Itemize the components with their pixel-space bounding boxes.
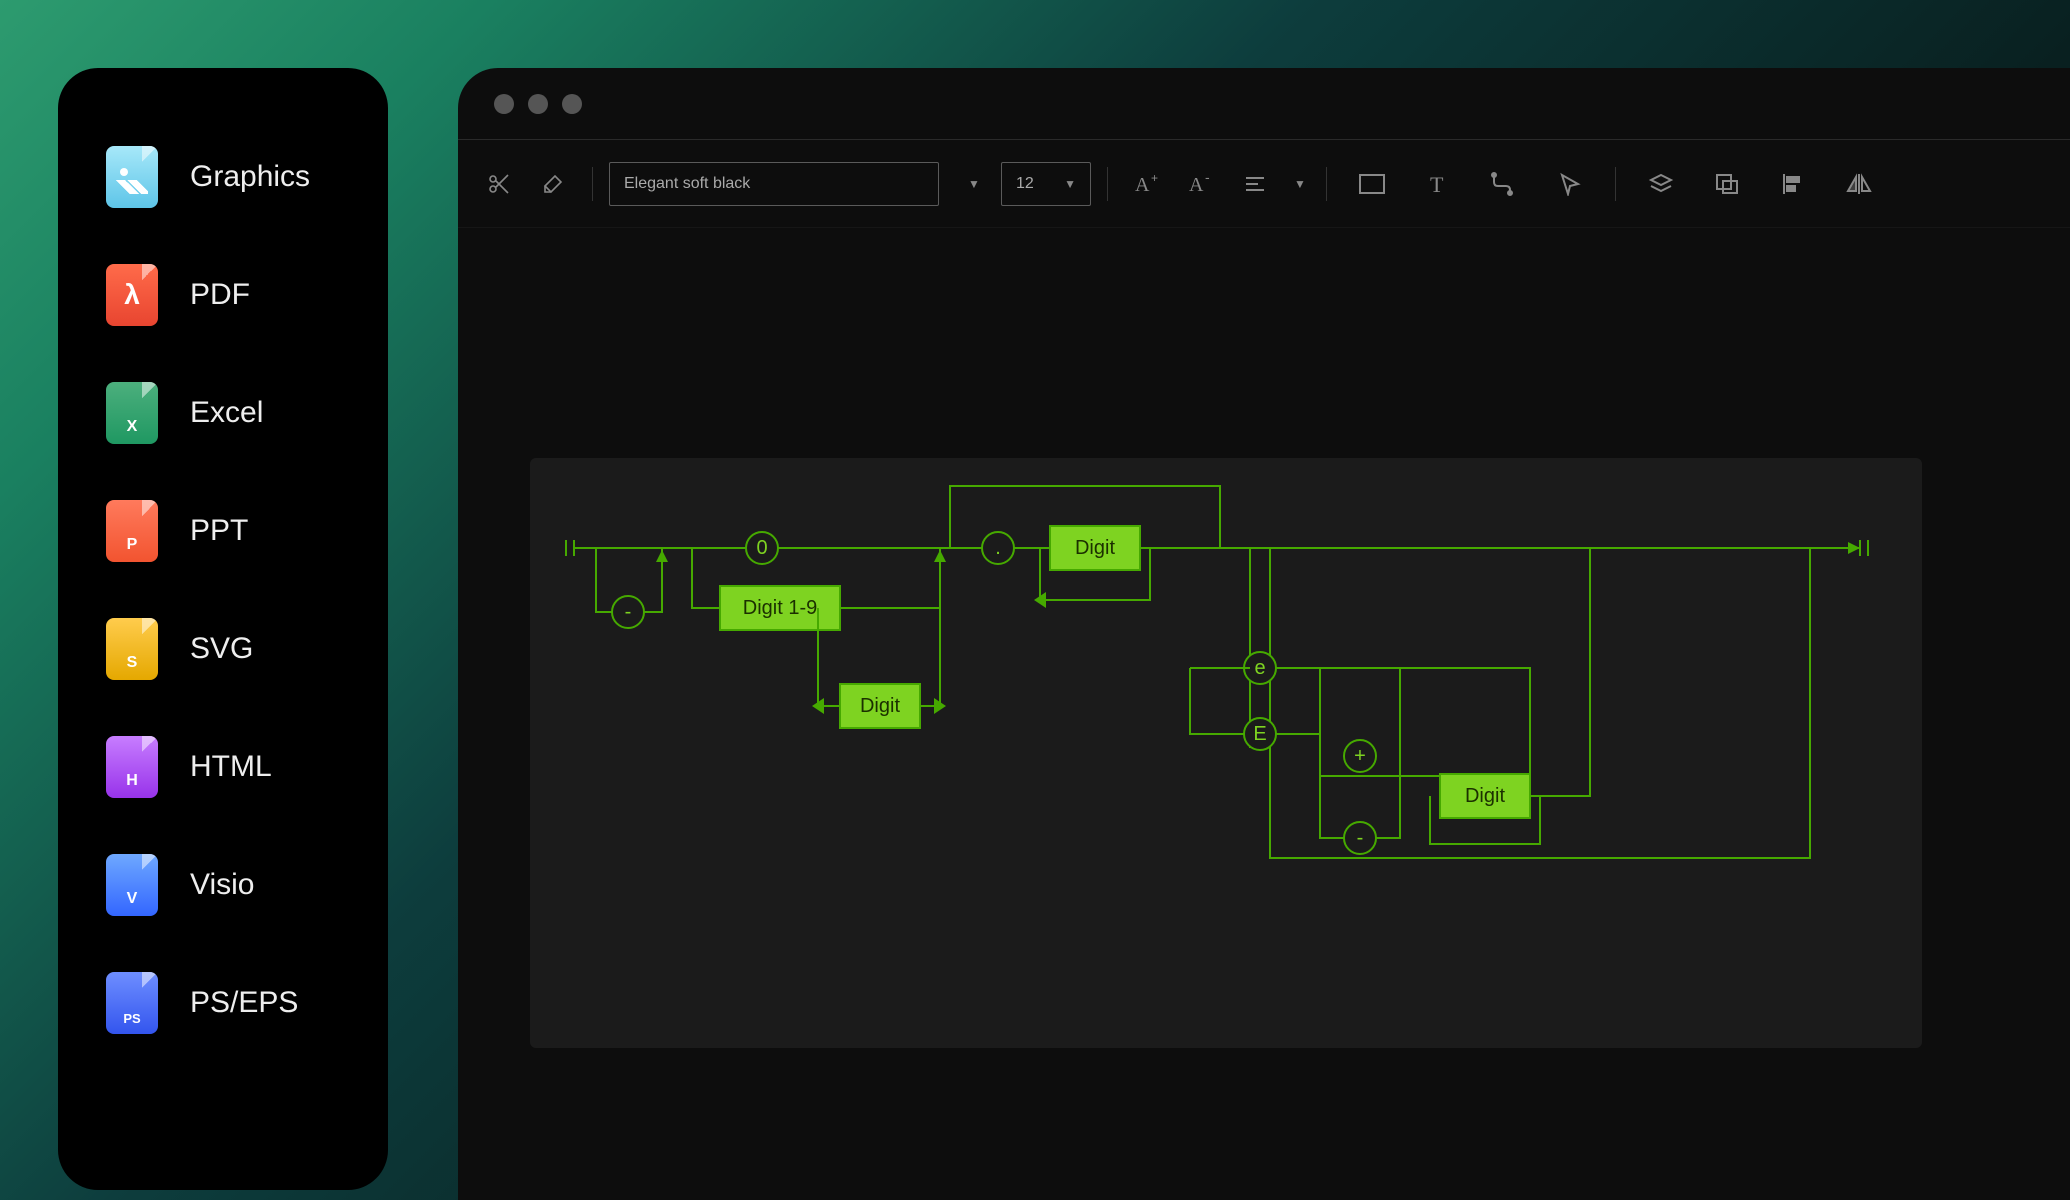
sidebar-item-graphics[interactable]: Graphics <box>58 118 388 236</box>
pdf-file-icon: λ <box>106 264 158 326</box>
sidebar-item-ppt[interactable]: P PPT <box>58 472 388 590</box>
sidebar-label: SVG <box>190 632 253 666</box>
layers-button[interactable] <box>1632 161 1690 207</box>
flip-button[interactable] <box>1830 161 1888 207</box>
window-titlebar <box>458 68 2070 140</box>
font-size-select[interactable]: 12 ▼ <box>1001 162 1091 206</box>
html-file-icon: H <box>106 736 158 798</box>
toolbar-separator <box>1615 167 1616 201</box>
sidebar-label: PDF <box>190 278 250 312</box>
chevron-down-icon: ▼ <box>1064 177 1076 191</box>
node-digit-frac: Digit <box>1075 537 1115 559</box>
svg-text:A: A <box>1135 174 1150 196</box>
pointer-tool-button[interactable] <box>1541 161 1599 207</box>
excel-file-icon: X <box>106 382 158 444</box>
sidebar-label: HTML <box>190 750 272 784</box>
toolbar-separator <box>1107 167 1108 201</box>
flip-icon <box>1845 172 1873 196</box>
node-e: e <box>1254 657 1265 679</box>
svg-text:-: - <box>1205 172 1210 185</box>
scissors-icon <box>487 172 511 196</box>
window-control-minimize[interactable] <box>528 94 548 114</box>
svg-text:+: + <box>1151 172 1158 185</box>
align-left-icon <box>1781 172 1805 196</box>
sidebar-item-html[interactable]: H HTML <box>58 708 388 826</box>
ps-file-icon: PS <box>106 972 158 1034</box>
sidebar-item-pdf[interactable]: λ PDF <box>58 236 388 354</box>
text-icon: T <box>1426 172 1450 196</box>
cut-button[interactable] <box>476 161 522 207</box>
toolbar-separator <box>1326 167 1327 201</box>
align-objects-button[interactable] <box>1764 161 1822 207</box>
railroad-diagram: - 0 Digit 1-9 Digit . Digit <box>530 458 1922 1048</box>
sidebar-item-excel[interactable]: X Excel <box>58 354 388 472</box>
group-button[interactable] <box>1698 161 1756 207</box>
node-plus: + <box>1354 745 1366 767</box>
layers-icon <box>1648 172 1674 196</box>
graphics-file-icon <box>106 146 158 208</box>
ppt-file-icon: P <box>106 500 158 562</box>
window-control-close[interactable] <box>494 94 514 114</box>
rectangle-icon <box>1358 173 1386 195</box>
shape-rect-button[interactable] <box>1343 161 1401 207</box>
editor-window: Elegant soft black ▼ 12 ▼ A+ A- ▼ <box>458 68 2070 1200</box>
toolbar-separator <box>592 167 593 201</box>
svg-file-icon: S <box>106 618 158 680</box>
sidebar-label: Excel <box>190 396 263 430</box>
style-dropdown-button[interactable]: ▼ <box>947 161 993 207</box>
sidebar-item-svg[interactable]: S SVG <box>58 590 388 708</box>
node-digit-loop: Digit <box>860 695 900 717</box>
window-control-maximize[interactable] <box>562 94 582 114</box>
group-icon <box>1714 172 1740 196</box>
connector-tool-button[interactable] <box>1475 161 1533 207</box>
style-select[interactable]: Elegant soft black <box>609 162 939 206</box>
cursor-icon <box>1558 172 1582 196</box>
align-button[interactable] <box>1232 161 1278 207</box>
svg-text:T: T <box>1430 172 1444 196</box>
sidebar-item-ps[interactable]: PS PS/EPS <box>58 944 388 1062</box>
font-increase-icon: A+ <box>1133 172 1161 196</box>
connector-icon <box>1491 172 1517 196</box>
node-minus2: - <box>1357 827 1364 849</box>
sidebar-label: PPT <box>190 514 248 548</box>
diagram-canvas[interactable]: - 0 Digit 1-9 Digit . Digit <box>530 458 1922 1048</box>
node-dot: . <box>995 537 1001 559</box>
sidebar-label: Graphics <box>190 160 310 194</box>
chevron-down-icon[interactable]: ▼ <box>1294 177 1306 191</box>
export-sidebar: Graphics λ PDF X Excel P PPT S SVG H HTM… <box>58 68 388 1190</box>
text-tool-button[interactable]: T <box>1409 161 1467 207</box>
format-painter-button[interactable] <box>530 161 576 207</box>
sidebar-label: Visio <box>190 868 254 902</box>
svg-text:A: A <box>1189 174 1204 196</box>
style-value: Elegant soft black <box>624 175 750 193</box>
chevron-down-icon: ▼ <box>968 177 980 191</box>
brush-icon <box>541 172 565 196</box>
node-minus: - <box>625 601 632 623</box>
visio-file-icon: V <box>106 854 158 916</box>
align-icon <box>1243 172 1267 196</box>
sidebar-item-visio[interactable]: V Visio <box>58 826 388 944</box>
node-zero: 0 <box>756 537 767 559</box>
node-E: E <box>1253 723 1266 745</box>
font-decrease-icon: A- <box>1187 172 1215 196</box>
node-digit-exp: Digit <box>1465 785 1505 807</box>
node-digit19: Digit 1-9 <box>743 597 817 619</box>
toolbar: Elegant soft black ▼ 12 ▼ A+ A- ▼ <box>458 140 2070 228</box>
font-decrease-button[interactable]: A- <box>1178 161 1224 207</box>
sidebar-label: PS/EPS <box>190 986 298 1020</box>
font-increase-button[interactable]: A+ <box>1124 161 1170 207</box>
font-size-value: 12 <box>1016 175 1034 193</box>
